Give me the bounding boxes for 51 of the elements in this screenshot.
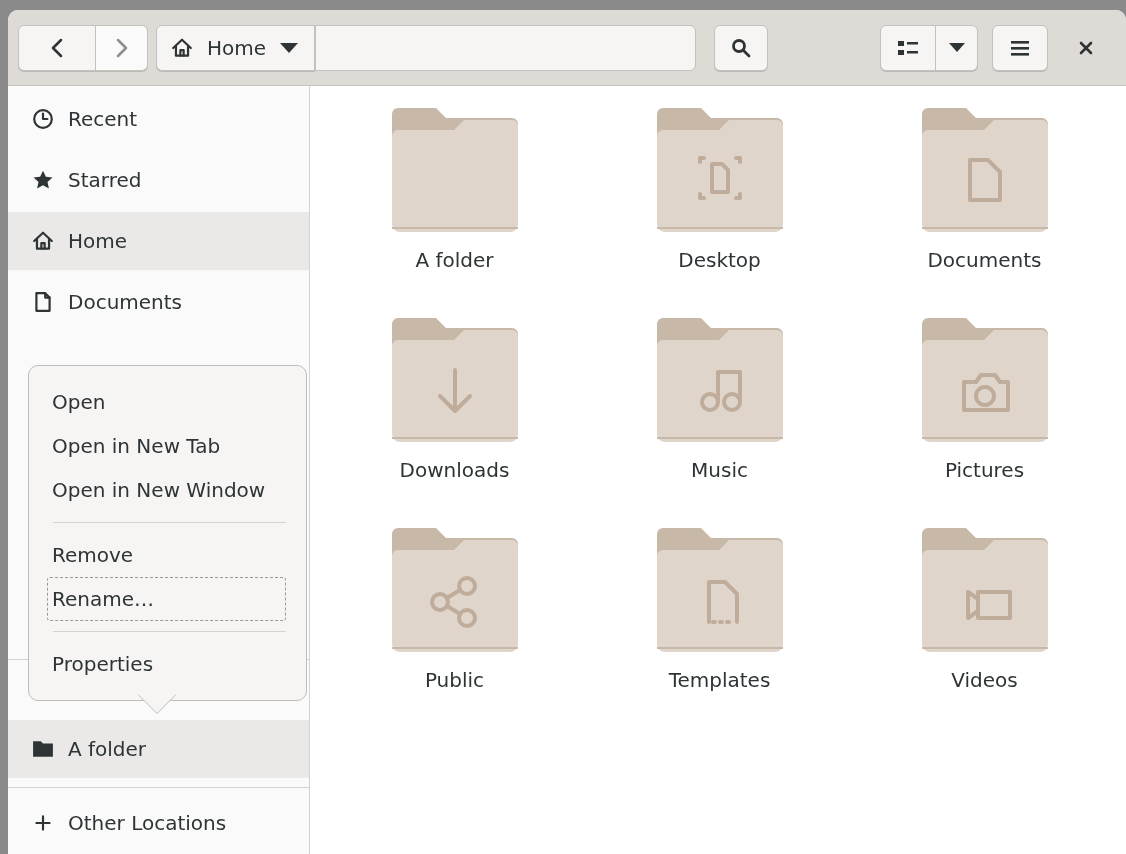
star-icon — [32, 169, 54, 191]
folder-name: Desktop — [678, 248, 761, 272]
dropdown-arrow-icon — [948, 42, 965, 53]
folder-name: Downloads — [399, 458, 510, 482]
menu-item[interactable]: Remove — [47, 533, 286, 577]
menu-item[interactable]: Properties — [47, 642, 286, 686]
sidebar-item[interactable]: Documents — [8, 273, 309, 331]
menu-item[interactable]: Open — [47, 380, 286, 424]
folder-icon[interactable] — [921, 106, 1048, 232]
list-view-icon — [898, 39, 918, 56]
folder-icon[interactable] — [391, 106, 518, 232]
home-icon — [171, 36, 193, 59]
sidebar-item[interactable]: Home — [8, 212, 309, 270]
menu-icon — [1011, 39, 1029, 56]
path-field[interactable] — [315, 24, 696, 71]
menu-item[interactable]: Rename… — [47, 577, 286, 621]
folder-icon[interactable] — [656, 106, 783, 232]
folder-icon[interactable] — [921, 526, 1048, 652]
folder-name: A folder — [415, 248, 494, 272]
dropdown-arrow-icon — [280, 42, 299, 53]
sidebar-item[interactable]: Other Locations — [8, 794, 309, 852]
folder-name: Videos — [951, 668, 1018, 692]
view-mode-button[interactable] — [880, 24, 936, 71]
folder-name: Pictures — [944, 458, 1025, 482]
folder-name: Templates — [668, 668, 771, 692]
folder-icon[interactable] — [656, 316, 783, 442]
sidebar-item[interactable]: Starred — [8, 151, 309, 209]
menu-item[interactable]: Open in New Tab — [47, 424, 286, 468]
document-icon — [32, 291, 54, 313]
folder-name: Public — [424, 668, 485, 692]
view-options-button[interactable] — [936, 24, 978, 71]
folder-icon[interactable] — [391, 316, 518, 442]
clock-icon — [32, 108, 54, 130]
folder-icon[interactable] — [921, 316, 1048, 442]
sidebar-item[interactable]: A folder — [8, 720, 309, 778]
back-button[interactable] — [18, 24, 96, 71]
folder-icon — [32, 738, 54, 760]
close-icon — [1079, 40, 1093, 55]
forward-button[interactable] — [96, 24, 148, 71]
folder-icon[interactable] — [656, 526, 783, 652]
search-button[interactable] — [714, 24, 768, 71]
menu-button[interactable] — [992, 24, 1048, 71]
search-icon — [731, 37, 751, 58]
folder-name: Music — [691, 458, 748, 482]
plus-icon — [32, 812, 54, 834]
menu-item[interactable]: Open in New Window — [47, 468, 286, 512]
sidebar-item[interactable]: Recent — [8, 90, 309, 148]
home-icon — [32, 230, 54, 252]
folder-name: Documents — [927, 248, 1042, 272]
location-button[interactable]: Home — [156, 24, 316, 71]
folder-icon[interactable] — [391, 526, 518, 652]
